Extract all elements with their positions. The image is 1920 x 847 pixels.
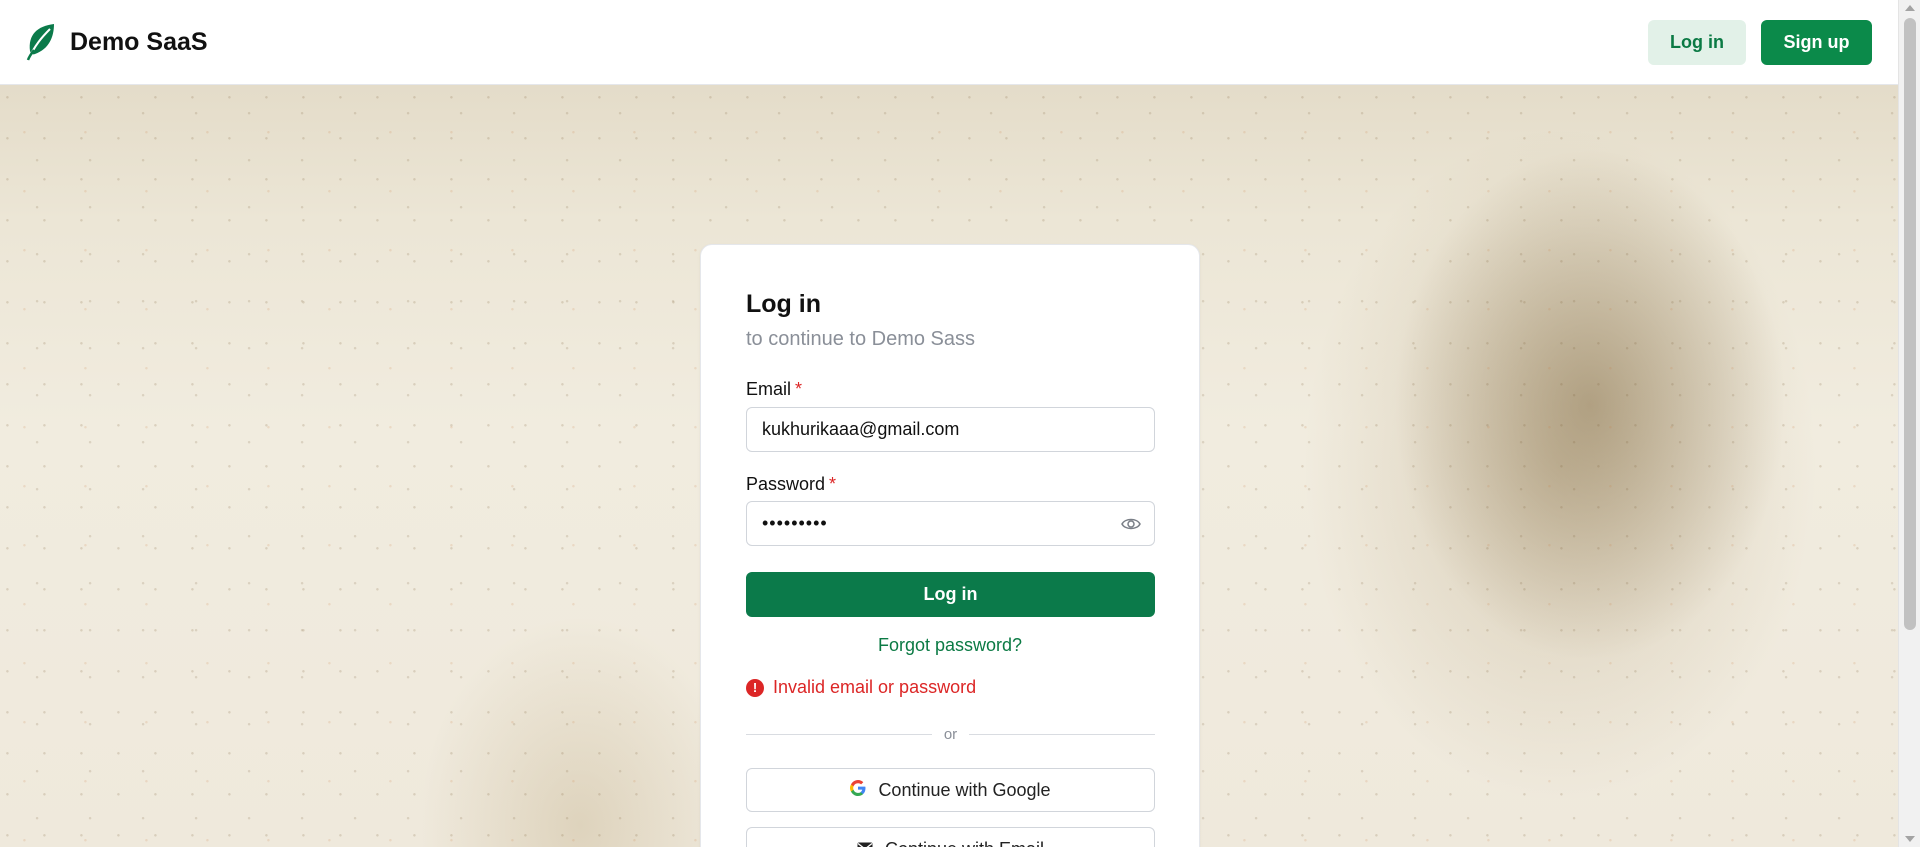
email-value: kukhurikaaa@gmail.com [762,418,960,439]
page: Demo SaaS Log in Sign up Log in to conti… [0,0,1920,847]
google-icon [850,779,866,801]
header-actions: Log in Sign up [1648,19,1872,65]
divider-line [746,734,932,736]
password-field[interactable]: ••••••••• [746,501,1155,547]
email-login-button[interactable]: Continue with Email [746,827,1155,847]
google-button-label: Continue with Google [878,779,1051,800]
or-divider: or [746,726,1155,743]
password-value: ••••••••• [762,513,828,534]
page-scrollbar[interactable] [1898,0,1920,847]
mail-icon [857,839,873,847]
email-label: Email * [746,379,1154,401]
header-login-button[interactable]: Log in [1648,19,1746,65]
login-submit-button[interactable]: Log in [746,572,1155,618]
signup-button[interactable]: Sign up [1761,19,1872,65]
email-label-text: Email [746,379,792,399]
email-button-label: Continue with Email [885,839,1044,847]
card-subtitle: to continue to Demo Sass [746,328,976,350]
divider-text: or [943,726,958,744]
brand-name: Demo SaaS [70,27,208,56]
required-marker: * [795,379,803,399]
email-field[interactable]: kukhurikaaa@gmail.com [746,406,1155,452]
required-marker: * [829,473,837,494]
scroll-up-icon[interactable] [1905,5,1915,11]
scrollbar-thumb[interactable] [1904,18,1916,630]
error-text: Invalid email or password [773,676,977,697]
forgot-password-link[interactable]: Forgot password? [746,635,1154,657]
leaf-icon [25,23,56,61]
divider-line [969,734,1155,736]
password-label-text: Password [746,473,826,494]
error-message: ! Invalid email or password [746,677,1154,699]
eye-icon[interactable] [1120,514,1142,534]
alert-circle-icon: ! [746,678,764,697]
login-card: Log in to continue to Demo Sass Email * k… [700,244,1200,847]
brand[interactable]: Demo SaaS [25,23,208,61]
password-label: Password * [746,474,1154,496]
google-login-button[interactable]: Continue with Google [746,768,1155,813]
card-title: Log in [746,290,821,318]
top-nav: Demo SaaS Log in Sign up [0,0,1898,85]
scroll-down-icon[interactable] [1905,836,1915,842]
